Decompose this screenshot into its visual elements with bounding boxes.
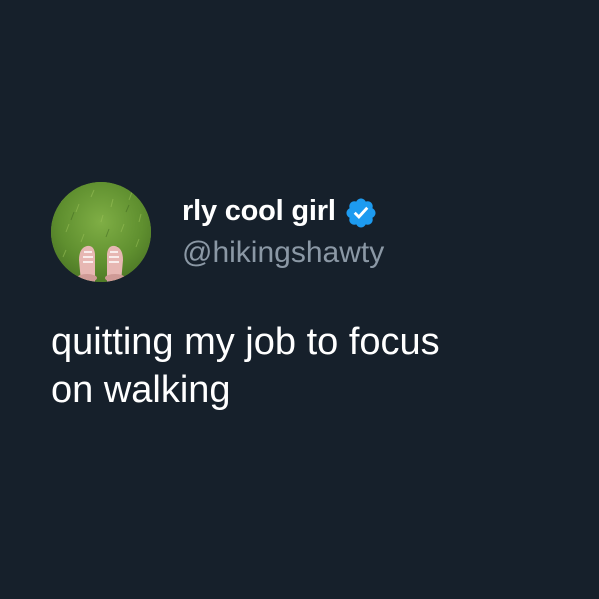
tweet-text-line: on walking	[51, 369, 231, 411]
author-handle[interactable]: @hikingshawty	[182, 238, 384, 268]
display-name[interactable]: rly cool girl	[182, 196, 336, 226]
verified-badge-icon	[344, 196, 378, 230]
tweet-text-line: quitting my job to focus	[51, 321, 440, 363]
avatar-photo	[51, 182, 151, 282]
tweet-card: rly cool girl @hikingshawty quitting my …	[0, 0, 599, 599]
tweet-text: quitting my job to focus on walking	[51, 318, 551, 414]
author-row: rly cool girl	[182, 191, 378, 231]
avatar[interactable]	[51, 182, 151, 282]
